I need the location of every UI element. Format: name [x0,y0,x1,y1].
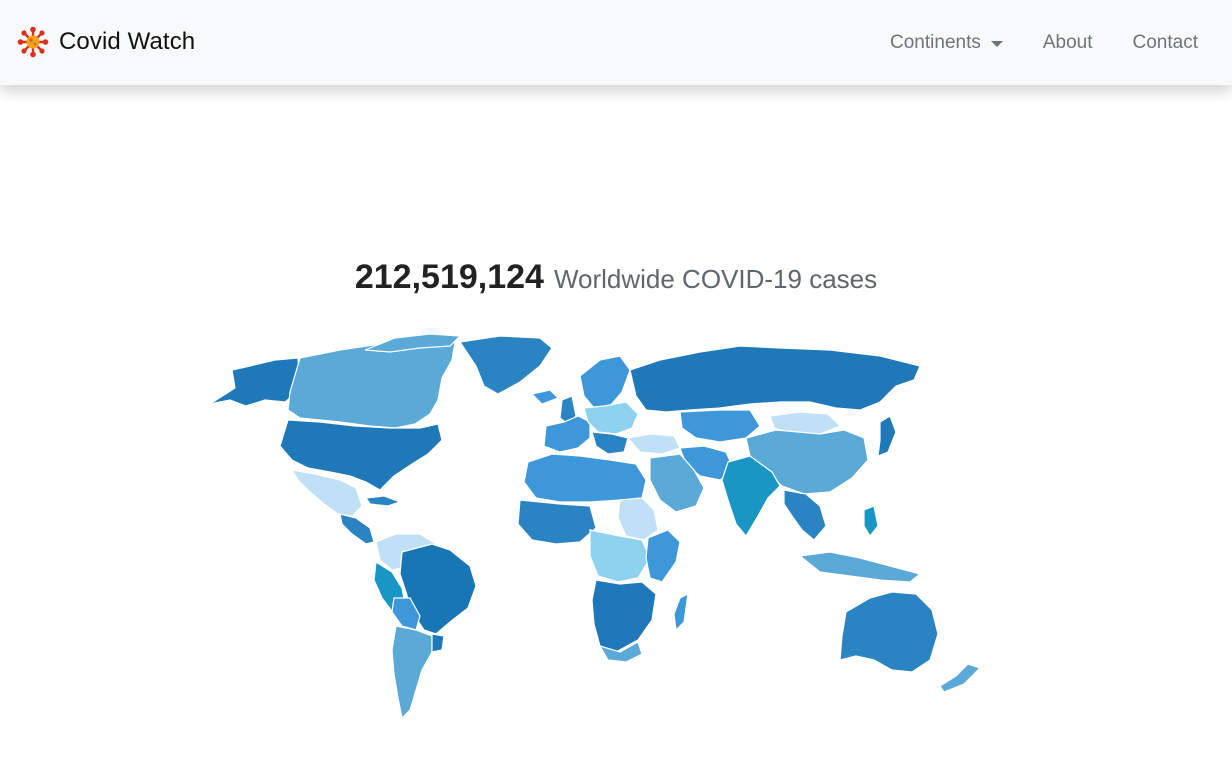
world-map [180,330,1060,730]
map-country-southern-africa[interactable] [591,579,657,653]
map-country-france-spain[interactable] [543,415,591,453]
navbar: Covid Watch Continents About Contact [0,0,1232,85]
nav-contact-link[interactable]: Contact [1133,32,1198,54]
map-country-indonesia[interactable] [798,551,922,583]
map-country-west-africa[interactable] [517,499,597,545]
map-country-central-europe[interactable] [583,401,639,435]
virus-icon [17,26,49,58]
map-country-philippines[interactable] [863,505,879,538]
map-country-southeast-asia[interactable] [783,489,827,541]
map-country-cuba[interactable] [364,495,402,507]
map-country-russia[interactable] [629,345,921,413]
worldwide-cases-headline: 212,519,124 Worldwide COVID-19 cases [0,258,1232,297]
map-country-iceland[interactable] [530,389,560,405]
map-country-east-africa[interactable] [645,529,681,583]
map-country-uruguay[interactable] [431,633,445,653]
nav-continents-label: Continents [890,31,981,53]
map-country-australia[interactable] [839,591,939,673]
map-country-canada[interactable] [287,339,456,429]
map-country-sudan[interactable] [617,497,659,541]
map-country-usa-alaska[interactable] [209,357,301,407]
total-cases-label: Worldwide COVID-19 cases [553,264,878,294]
map-country-greenland[interactable] [458,335,553,395]
map-country-scandinavia[interactable] [579,355,631,409]
map-country-madagascar[interactable] [673,592,689,632]
total-cases-count: 212,519,124 [354,258,544,296]
brand-link[interactable]: Covid Watch [17,26,195,58]
caret-down-icon [990,40,1003,47]
map-country-turkey[interactable] [626,433,681,455]
map-country-central-america[interactable] [339,513,375,545]
brand-title: Covid Watch [59,28,196,55]
map-country-italy-balkans[interactable] [591,431,629,455]
nav-continents-dropdown[interactable]: Continents [890,32,1003,54]
map-country-japan[interactable] [877,415,897,457]
map-country-new-zealand[interactable] [939,663,982,693]
nav-links: Continents About Contact [850,0,1198,85]
nav-about-link[interactable]: About [1043,32,1093,54]
map-country-north-africa[interactable] [523,453,647,503]
map-country-argentina[interactable] [391,625,433,720]
